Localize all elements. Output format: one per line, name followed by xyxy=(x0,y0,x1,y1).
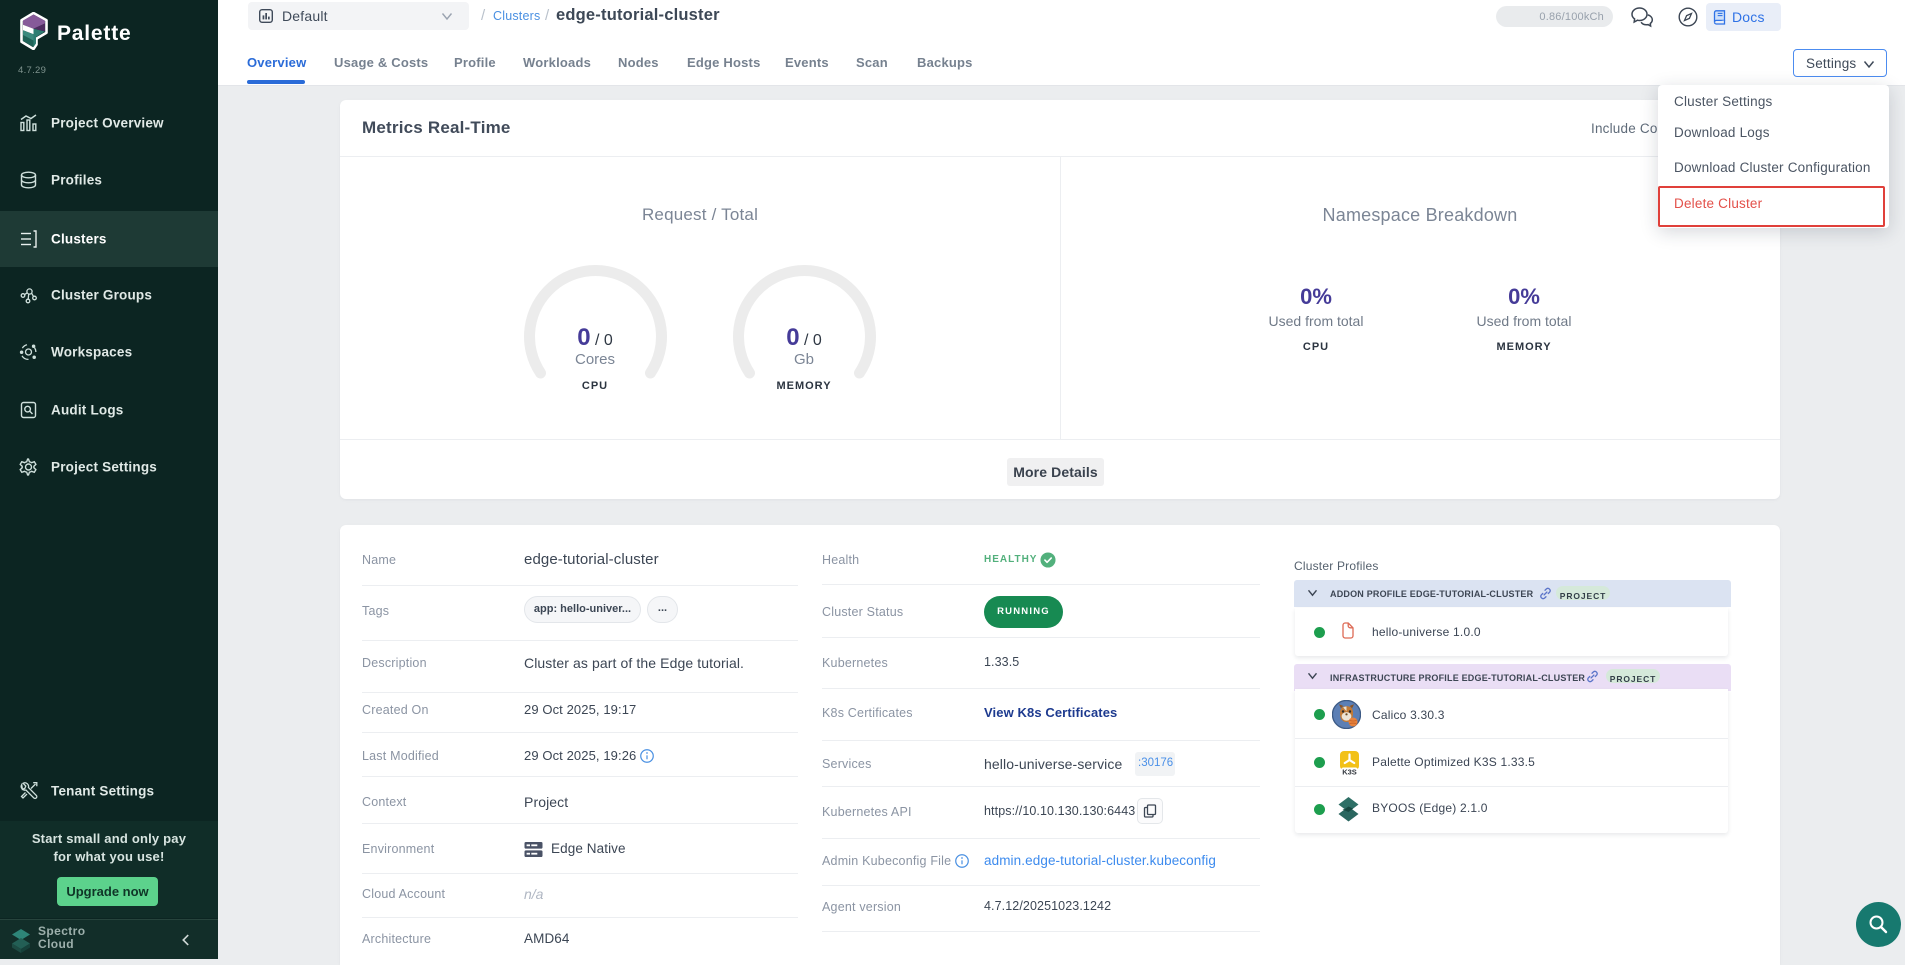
svg-text:K3S: K3S xyxy=(1342,768,1357,777)
